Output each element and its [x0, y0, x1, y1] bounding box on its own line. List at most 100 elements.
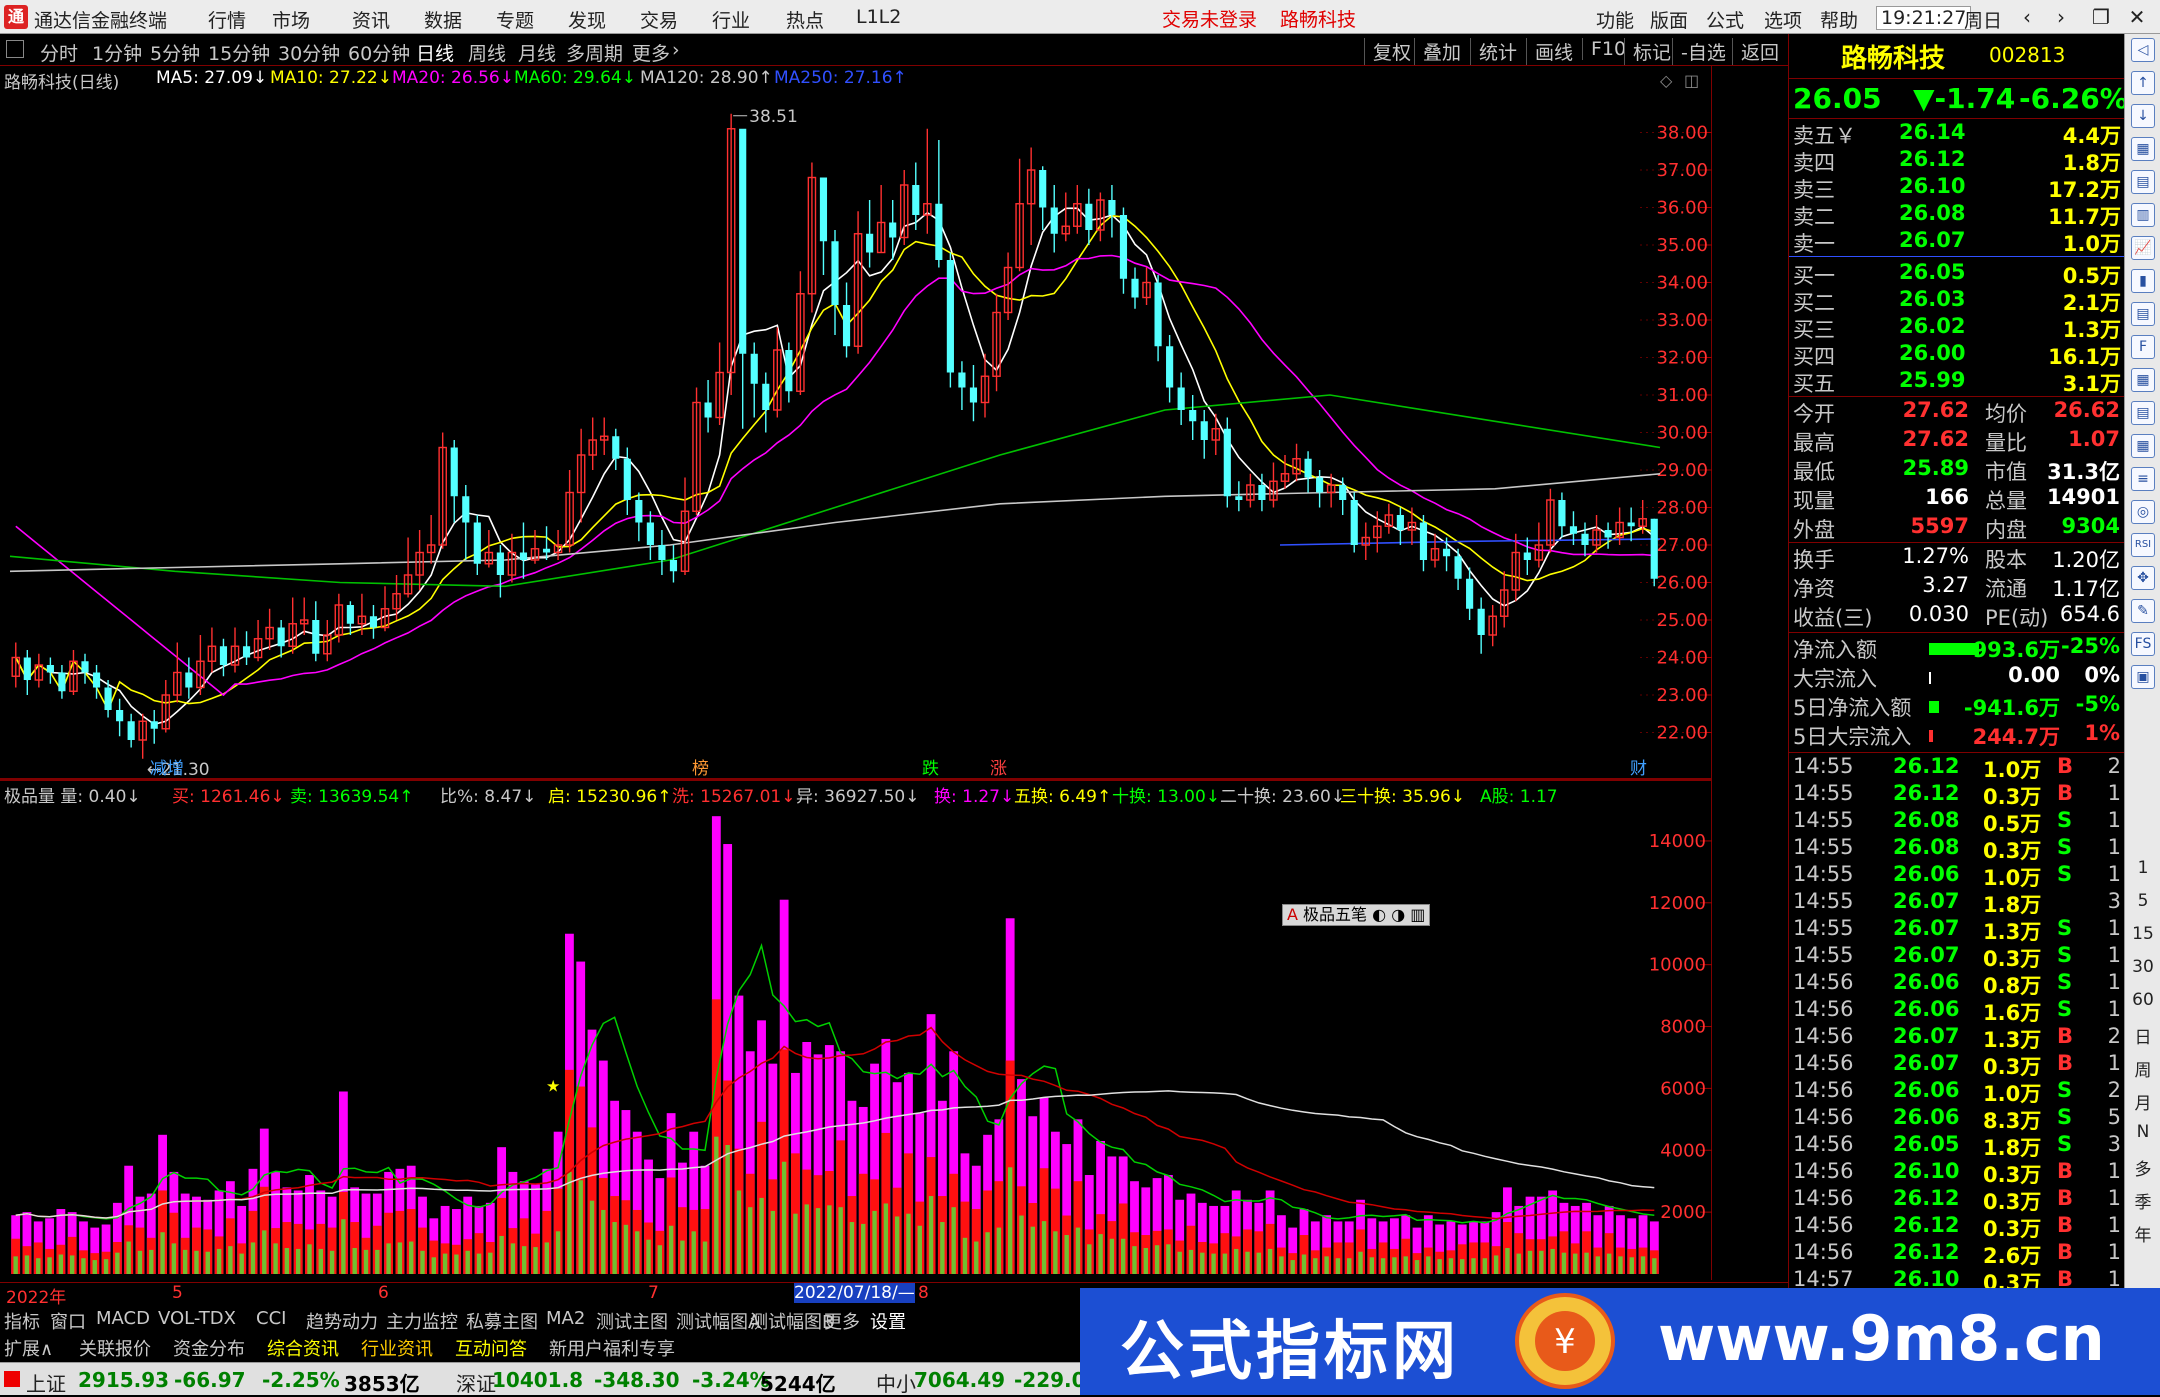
tick-row[interactable]: 14:56 26.07 0.3万 B 1 — [1789, 1051, 2125, 1079]
info-tab[interactable]: 新用户福利专享 — [549, 1335, 675, 1361]
panel-toggle-icon[interactable] — [6, 40, 24, 58]
candle-icon[interactable]: ▮ — [2131, 269, 2155, 293]
tool-more-icon[interactable]: ◐ ◑ ▥ — [1372, 905, 1425, 924]
fin-icon[interactable]: F — [2131, 335, 2155, 359]
tick-row[interactable]: 14:55 26.12 1.0万 B 2 — [1789, 754, 2125, 782]
trend-icon[interactable]: 📈 — [2131, 236, 2155, 260]
indicator-tab[interactable]: 测试幅图A — [676, 1308, 760, 1334]
index-name[interactable]: 中小 — [876, 1368, 916, 1397]
period-shortcut[interactable]: 月 — [2125, 1089, 2160, 1114]
chart-tool-button[interactable]: 返回 — [1732, 38, 1779, 65]
order-book-row[interactable]: 买四 26.00 16.1万 — [1789, 341, 2125, 369]
period-tab[interactable]: 月线 — [518, 39, 556, 66]
tick-row[interactable]: 14:56 26.06 1.6万 S 1 — [1789, 997, 2125, 1025]
tick-row[interactable]: 14:56 26.10 0.3万 B 1 — [1789, 1159, 2125, 1187]
info-tab[interactable]: 资金分布 — [173, 1335, 245, 1361]
info-tab[interactable]: 行业资讯 — [361, 1335, 433, 1361]
period-tab[interactable]: 多周期 — [566, 39, 623, 66]
period-tab[interactable]: 周线 — [468, 39, 506, 66]
current-stock-name[interactable]: 路畅科技 — [1280, 5, 1356, 32]
tick-row[interactable]: 14:56 26.12 2.6万 B 1 — [1789, 1240, 2125, 1268]
period-shortcut[interactable]: N — [2125, 1122, 2160, 1142]
pen-icon[interactable]: ✎ — [2131, 599, 2155, 623]
info-tab[interactable]: 关联报价 — [79, 1335, 151, 1361]
menu-item[interactable]: 热点 — [786, 6, 824, 33]
period-tab[interactable]: 60分钟 — [348, 39, 410, 66]
tick-row[interactable]: 14:56 26.12 0.3万 B 1 — [1789, 1213, 2125, 1241]
order-book-row[interactable]: 卖二 26.08 11.7万 — [1789, 201, 2125, 229]
tick-row[interactable]: 14:55 26.08 0.5万 S 1 — [1789, 808, 2125, 836]
chart-tool-button[interactable]: 叠加 — [1414, 38, 1461, 65]
tool-a-icon[interactable]: A — [1287, 905, 1298, 924]
indicator-tab[interactable]: 测试主图 — [596, 1308, 668, 1334]
chart-tool-button[interactable]: 复权 — [1364, 38, 1411, 65]
indicator-tab[interactable]: 趋势动力 — [306, 1308, 378, 1334]
period-tab[interactable]: 30分钟 — [278, 39, 340, 66]
forward-icon[interactable]: › — [2046, 4, 2076, 30]
period-shortcut[interactable]: 季 — [2125, 1188, 2160, 1213]
tick-row[interactable]: 14:56 26.06 8.3万 S 5 — [1789, 1105, 2125, 1133]
menu-item[interactable]: 数据 — [424, 6, 462, 33]
close-icon[interactable]: ✕ — [2122, 4, 2152, 30]
order-book-row[interactable]: 卖一 26.07 1.0万 — [1789, 228, 2125, 256]
restore-icon[interactable]: ❐ — [2086, 4, 2116, 30]
tick-row[interactable]: 14:55 26.08 0.3万 S 1 — [1789, 835, 2125, 863]
period-tab[interactable]: 5分钟 — [150, 39, 200, 66]
period-shortcut[interactable]: 1 — [2125, 858, 2160, 878]
volume-chart[interactable]: 140001200010000800060004000200011858X10★… — [0, 779, 1788, 1280]
rsi-icon[interactable]: RSI — [2131, 533, 2155, 557]
up-icon[interactable]: ↑ — [2131, 71, 2155, 95]
login-status[interactable]: 交易未登录 — [1162, 5, 1257, 32]
tick-row[interactable]: 14:55 26.07 0.3万 S 1 — [1789, 943, 2125, 971]
calc-icon[interactable]: ≡ — [2131, 467, 2155, 491]
doc-icon[interactable]: ▤ — [2131, 401, 2155, 425]
period-shortcut[interactable]: 5 — [2125, 891, 2160, 911]
period-shortcut[interactable]: 周 — [2125, 1056, 2160, 1081]
tick-row[interactable]: 14:56 26.06 1.0万 S 2 — [1789, 1078, 2125, 1106]
indicator-tab[interactable]: 测试幅图B — [750, 1308, 834, 1334]
move-icon[interactable]: ✥ — [2131, 566, 2155, 590]
order-book-row[interactable]: 卖五￥ 26.14 4.4万 — [1789, 120, 2125, 148]
indicator-tab[interactable]: MACD — [96, 1308, 150, 1329]
back-icon[interactable]: ‹ — [2012, 4, 2042, 30]
period-tab[interactable]: 日线 — [416, 39, 454, 66]
menu-item[interactable]: 行情 — [208, 6, 246, 33]
chart-tool-button[interactable]: 统计 — [1470, 38, 1517, 65]
period-shortcut[interactable]: 60 — [2125, 990, 2160, 1010]
right-menu-item[interactable]: 帮助 — [1820, 6, 1858, 33]
order-book-row[interactable]: 买一 26.05 0.5万 — [1789, 260, 2125, 288]
tick-row[interactable]: 14:56 26.12 0.3万 B 1 — [1789, 1186, 2125, 1214]
fund-icon[interactable]: ▦ — [2131, 434, 2155, 458]
menu-item[interactable]: 专题 — [496, 6, 534, 33]
tick-row[interactable]: 14:55 26.07 1.3万 S 1 — [1789, 916, 2125, 944]
save-icon[interactable]: ▣ — [2131, 665, 2155, 689]
tick-row[interactable]: 14:55 26.12 0.3万 B 1 — [1789, 781, 2125, 809]
chart-tool-button[interactable]: -自选 — [1672, 38, 1726, 65]
chart-tool-button[interactable]: F10 — [1582, 38, 1626, 60]
order-book-row[interactable]: 卖三 26.10 17.2万 — [1789, 174, 2125, 202]
info-tab[interactable]: 扩展∧ — [4, 1335, 53, 1361]
tick-row[interactable]: 14:55 26.07 1.8万 3 — [1789, 889, 2125, 917]
market-icon[interactable]: ▦ — [2131, 368, 2155, 392]
period-shortcut[interactable]: 年 — [2125, 1221, 2160, 1246]
list-icon[interactable]: ▦ — [2131, 137, 2155, 161]
period-tab[interactable]: 更多 — [632, 39, 670, 66]
indicator-tab[interactable]: 窗口 — [50, 1308, 86, 1334]
order-book-row[interactable]: 卖四 26.12 1.8万 — [1789, 147, 2125, 175]
period-shortcut[interactable]: 30 — [2125, 957, 2160, 977]
index-name[interactable]: 深证 — [456, 1368, 496, 1397]
down-icon[interactable]: ↓ — [2131, 104, 2155, 128]
chart-tool-button[interactable]: 画线 — [1526, 38, 1573, 65]
back-icon[interactable]: ◁ — [2131, 38, 2155, 62]
indicator-tab[interactable]: 主力监控 — [386, 1308, 458, 1334]
cycle-icon[interactable]: ◎ — [2131, 500, 2155, 524]
period-tab[interactable]: 15分钟 — [208, 39, 270, 66]
menu-item[interactable]: 交易 — [640, 6, 678, 33]
order-book-row[interactable]: 买三 26.02 1.3万 — [1789, 314, 2125, 342]
tick-row[interactable]: 14:56 26.07 1.3万 B 2 — [1789, 1024, 2125, 1052]
indicator-tab[interactable]: VOL-TDX — [158, 1308, 236, 1329]
right-menu-item[interactable]: 公式 — [1706, 6, 1744, 33]
right-menu-item[interactable]: 功能 — [1596, 6, 1634, 33]
order-book-row[interactable]: 买二 26.03 2.1万 — [1789, 287, 2125, 315]
grid-icon[interactable]: ▤ — [2131, 170, 2155, 194]
